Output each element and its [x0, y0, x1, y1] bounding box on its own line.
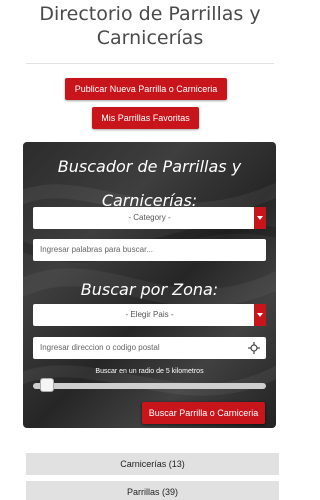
category-carnicerias[interactable]: Carnicerías (13) [26, 453, 279, 475]
category-parrillas[interactable]: Parrillas (39) [26, 481, 279, 500]
favorites-button[interactable]: Mis Parrillas Favoritas [92, 107, 199, 129]
address-input[interactable]: Ingresar direccion o codigo postal [33, 337, 266, 359]
search-heading-line1: Buscador de Parrillas y [57, 157, 242, 176]
page-title-line2: Carnicerías [96, 27, 204, 49]
search-panel: Buscador de Parrillas y Carnicerías: - C… [23, 142, 276, 428]
search-button[interactable]: Buscar Parrilla o Carniceria [142, 402, 265, 424]
page-title: Directorio de Parrillas y Carnicerías [0, 2, 300, 50]
radius-label: Buscar en un radio de 5 kilometros [95, 368, 204, 375]
radius-slider-track[interactable] [33, 383, 266, 389]
publish-listing-button[interactable]: Publicar Nueva Parrilla o Carniceria [65, 78, 227, 100]
keywords-input-placeholder: Ingresar palabras para buscar... [40, 245, 153, 254]
category-select[interactable]: - Category - [33, 207, 266, 229]
country-select-value: - Elegir Pais - [125, 310, 174, 319]
address-input-placeholder: Ingresar direccion o codigo postal [40, 343, 160, 352]
chevron-down-icon[interactable] [254, 304, 266, 326]
zone-heading: Buscar por Zona: [80, 280, 219, 299]
radius-slider-handle[interactable] [39, 378, 54, 392]
country-select[interactable]: - Elegir Pais - [33, 304, 266, 326]
category-select-value: - Category - [128, 213, 171, 222]
title-divider [26, 63, 274, 64]
chevron-down-icon[interactable] [254, 207, 266, 229]
page-title-line1: Directorio de Parrillas y [39, 3, 261, 25]
crosshair-icon[interactable] [248, 342, 260, 354]
keywords-input[interactable]: Ingresar palabras para buscar... [33, 239, 266, 261]
